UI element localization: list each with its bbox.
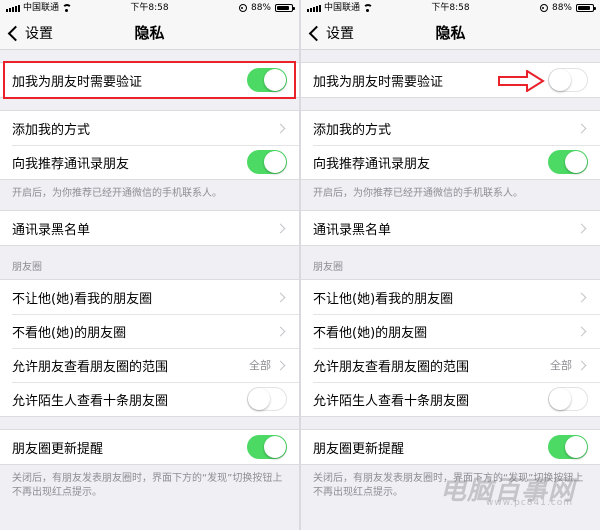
page-title: 隐私 [134,24,165,42]
row-stranger-view: 允许陌生人查看十条朋友圈 [0,382,299,416]
moments-section-header: 朋友圈 [12,262,42,273]
row-recommend-contacts: 向我推荐通讯录朋友 [301,145,600,179]
row-label: 不看他(她)的朋友圈 [12,325,127,341]
toggle-knob [264,151,286,173]
verify-toggle[interactable] [548,68,588,92]
row-label: 允许陌生人查看十条朋友圈 [313,393,470,409]
chevron-right-icon [576,360,587,370]
row-label: 不让他(她)看我的朋友圈 [313,291,454,307]
range-value: 全部 [249,359,271,372]
toggle-knob [549,388,571,410]
phone-left: 中国联通 下午8:58 88% 设置 隐私 加我为朋友时需要验证 添加我的方式 … [0,0,299,530]
watermark-url: www.pc841.com [486,498,574,508]
group-blacklist: 通讯录黑名单 [0,210,299,246]
status-bar: 中国联通 下午8:58 88% [0,0,299,16]
group-moments: 不让他(她)看我的朋友圈 不看他(她)的朋友圈 允许朋友查看朋友圈的范围 全部 … [301,279,600,417]
row-label: 不让他(她)看我的朋友圈 [12,291,153,307]
moments-section-header: 朋友圈 [313,262,343,273]
row-label: 通讯录黑名单 [313,222,392,238]
row-recommend-contacts: 向我推荐通讯录朋友 [0,145,299,179]
row-hide-their[interactable]: 不看他(她)的朋友圈 [0,314,299,348]
row-label: 允许朋友查看朋友圈的范围 [313,359,470,375]
chevron-right-icon [275,292,286,302]
phone-right: 中国联通 下午8:58 88% 设置 隐私 加我为朋友时需要验证 添加我的方式 … [301,0,600,530]
row-label: 朋友圈更新提醒 [313,441,405,457]
recommend-note: 开启后，为你推荐已经开通微信的手机联系人。 [313,188,523,199]
range-value: 全部 [550,359,572,372]
chevron-right-icon [275,360,286,370]
update-notify-toggle[interactable] [247,435,287,459]
toggle-knob [549,69,571,91]
toggle-knob [565,151,587,173]
row-label: 向我推荐通讯录朋友 [12,156,130,172]
row-stranger-view: 允许陌生人查看十条朋友圈 [301,382,600,416]
page-title: 隐私 [435,24,466,42]
toggle-knob [248,388,270,410]
row-verify: 加我为朋友时需要验证 [301,63,600,97]
chevron-right-icon [576,223,587,233]
group-blacklist: 通讯录黑名单 [301,210,600,246]
group-update: 朋友圈更新提醒 [301,429,600,465]
row-label: 添加我的方式 [313,122,392,138]
update-notify-toggle[interactable] [548,435,588,459]
recommend-contacts-toggle[interactable] [548,150,588,174]
row-label: 允许朋友查看朋友圈的范围 [12,359,169,375]
row-label: 允许陌生人查看十条朋友圈 [12,393,169,409]
chevron-right-icon [275,326,286,336]
stranger-view-toggle[interactable] [247,387,287,411]
battery-icon [275,4,295,12]
row-range[interactable]: 允许朋友查看朋友圈的范围 全部 [301,348,600,382]
row-blacklist[interactable]: 通讯录黑名单 [0,211,299,245]
stranger-view-toggle[interactable] [548,387,588,411]
row-label: 通讯录黑名单 [12,222,91,238]
row-range[interactable]: 允许朋友查看朋友圈的范围 全部 [0,348,299,382]
battery-percent: 88% [551,3,572,13]
row-update-notify: 朋友圈更新提醒 [301,430,600,464]
toggle-knob [565,436,587,458]
group-add: 添加我的方式 向我推荐通讯录朋友 [0,110,299,180]
row-label: 添加我的方式 [12,122,91,138]
chevron-right-icon [275,123,286,133]
status-bar: 中国联通 下午8:58 88% [301,0,600,16]
row-label: 向我推荐通讯录朋友 [313,156,431,172]
row-block-view[interactable]: 不让他(她)看我的朋友圈 [301,280,600,314]
nav-bar: 设置 隐私 [0,16,299,50]
comparison-screenshot: 中国联通 下午8:58 88% 设置 隐私 加我为朋友时需要验证 添加我的方式 … [0,0,600,530]
row-blacklist[interactable]: 通讯录黑名单 [301,211,600,245]
row-label: 不看他(她)的朋友圈 [313,325,428,341]
group-verify: 加我为朋友时需要验证 [301,62,600,98]
chevron-right-icon [576,326,587,336]
row-hide-their[interactable]: 不看他(她)的朋友圈 [301,314,600,348]
rotation-lock-icon [238,4,247,12]
battery-icon [576,4,596,12]
row-label: 朋友圈更新提醒 [12,441,104,457]
toggle-knob [264,436,286,458]
row-update-notify: 朋友圈更新提醒 [0,430,299,464]
row-add-methods[interactable]: 添加我的方式 [301,111,600,145]
update-note: 关闭后，有朋友发表朋友圈时，界面下方的“发现”切换按钮上不再出现红点提示。 [12,473,283,498]
recommend-contacts-toggle[interactable] [247,150,287,174]
group-update: 朋友圈更新提醒 [0,429,299,465]
row-block-view[interactable]: 不让他(她)看我的朋友圈 [0,280,299,314]
arrow-right-icon [498,70,545,92]
group-moments: 不让他(她)看我的朋友圈 不看他(她)的朋友圈 允许朋友查看朋友圈的范围 全部 … [0,279,299,417]
battery-percent: 88% [250,3,271,13]
row-add-methods[interactable]: 添加我的方式 [0,111,299,145]
group-add: 添加我的方式 向我推荐通讯录朋友 [301,110,600,180]
nav-bar: 设置 隐私 [301,16,600,50]
chevron-right-icon [576,292,587,302]
chevron-right-icon [576,123,587,133]
highlight-box [3,61,296,99]
chevron-right-icon [275,223,286,233]
recommend-note: 开启后，为你推荐已经开通微信的手机联系人。 [12,188,222,199]
rotation-lock-icon [539,4,548,12]
